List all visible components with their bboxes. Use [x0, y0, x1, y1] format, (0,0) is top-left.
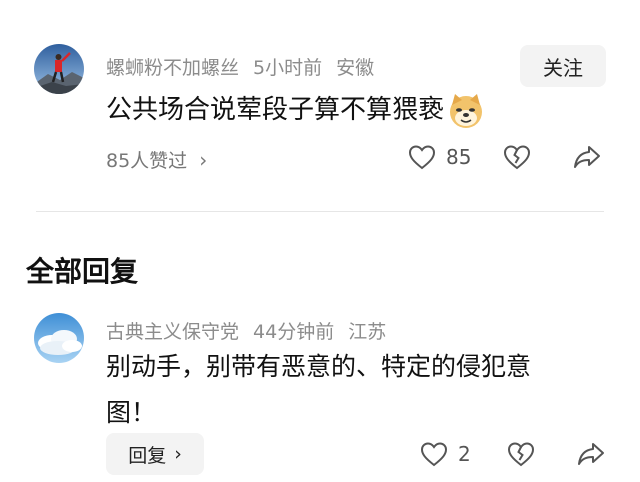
chevron-right-icon: › [199, 147, 208, 172]
heart-icon [420, 441, 448, 467]
reply-button-label: 回复 [128, 444, 167, 467]
reply-share-button[interactable] [577, 441, 605, 467]
post-actions: 85 [408, 144, 601, 170]
heart-icon [408, 144, 436, 170]
post-content: 公共场合说荤段子算不算猥亵 [106, 88, 486, 132]
author-name[interactable]: 螺蛳粉不加螺丝 [106, 57, 239, 79]
reply-author-meta: 古典主义保守党 44分钟前 江苏 [106, 317, 400, 344]
share-icon [573, 144, 601, 170]
reply-actions: 2 [420, 441, 605, 467]
share-button[interactable] [573, 144, 601, 170]
share-icon [577, 441, 605, 467]
likers-link[interactable]: 85人赞过 › [106, 146, 207, 173]
reply-button[interactable]: 回复 › [106, 433, 204, 475]
dislike-button[interactable] [503, 144, 531, 170]
reply-like-button[interactable]: 2 [420, 441, 471, 467]
post-text: 公共场合说荤段子算不算猥亵 [106, 95, 445, 125]
reply-author-avatar[interactable] [34, 313, 84, 363]
section-title: 全部回复 [26, 255, 139, 288]
reply-author-name[interactable]: 古典主义保守党 [106, 321, 239, 343]
reply-time: 44分钟前 [253, 321, 335, 343]
reply-text-line2: 图！ [106, 398, 157, 427]
like-count: 85 [446, 145, 472, 169]
author-meta: 螺蛳粉不加螺丝 5小时前 安徽 [106, 53, 388, 80]
divider [36, 211, 604, 212]
reply-like-count: 2 [458, 442, 471, 466]
chevron-right-icon: › [174, 443, 182, 465]
reply-text-line1: 别动手，别带有恶意的、特定的侵犯意 [106, 352, 532, 381]
likers-text: 85人赞过 [106, 150, 188, 172]
reply-location: 江苏 [348, 321, 387, 343]
reply-content: 别动手，别带有恶意的、特定的侵犯意 图！ [106, 344, 531, 436]
broken-heart-icon [507, 441, 535, 467]
post-location: 安徽 [336, 57, 375, 79]
post-card: 螺蛳粉不加螺丝 5小时前安徽 关注 公共场合说荤段子算不算猥亵 85人赞过 › [0, 0, 640, 212]
author-avatar[interactable] [34, 44, 84, 94]
post-time: 5小时前 [253, 57, 323, 79]
like-button[interactable]: 85 [408, 144, 471, 170]
doge-emoji-icon [446, 91, 486, 131]
broken-heart-icon [503, 144, 531, 170]
follow-button[interactable]: 关注 [520, 45, 606, 87]
reply-dislike-button[interactable] [507, 441, 535, 467]
